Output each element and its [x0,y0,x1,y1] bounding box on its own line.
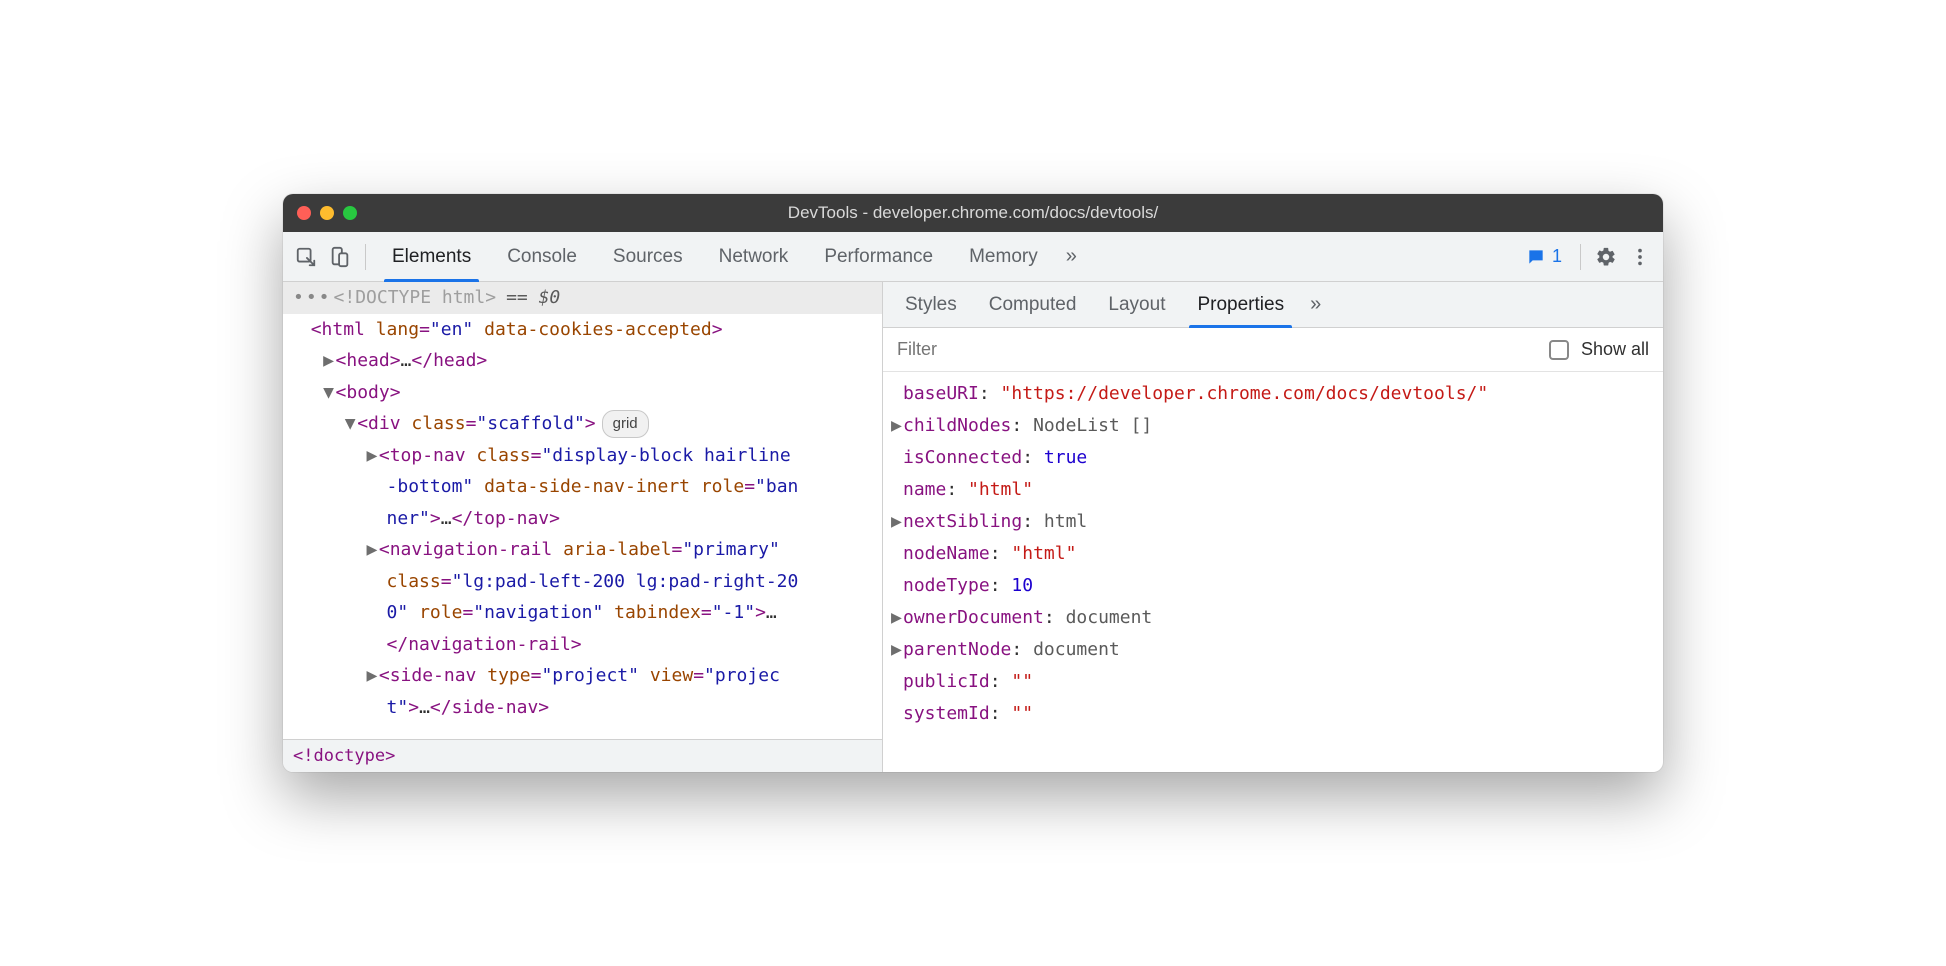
properties-list[interactable]: baseURI: "https://developer.chrome.com/d… [883,372,1663,772]
property-row[interactable]: name: "html" [887,474,1659,506]
main-tabs: Elements Console Sources Network Perform… [374,232,1087,281]
toolbar-divider [1580,244,1581,270]
expand-arrow-icon[interactable]: ▶ [891,410,903,442]
titlebar: DevTools - developer.chrome.com/docs/dev… [283,194,1663,232]
sidebar-tabs: Styles Computed Layout Properties » [883,282,1663,328]
property-row[interactable]: baseURI: "https://developer.chrome.com/d… [887,378,1659,410]
window-controls [297,206,357,220]
expand-arrow-icon[interactable]: ▶ [891,602,903,634]
expand-arrow-icon[interactable]: ▶ [891,634,903,666]
subtab-computed[interactable]: Computed [973,282,1093,327]
expand-arrow-icon[interactable]: ▶ [365,440,379,472]
filter-input[interactable] [897,339,1537,360]
tab-memory[interactable]: Memory [951,232,1056,281]
dom-node-html[interactable]: <html lang="en" data-cookies-accepted> [283,314,882,346]
inspect-element-icon[interactable] [289,240,323,274]
tab-network[interactable]: Network [701,232,807,281]
sidebar-panel: Styles Computed Layout Properties » Show… [883,282,1663,772]
content-area: •••<!DOCTYPE html>== $0 <html lang="en" … [283,282,1663,772]
dom-node-body[interactable]: ▼<body> [283,377,882,409]
show-all-checkbox[interactable] [1549,340,1569,360]
devtools-window: DevTools - developer.chrome.com/docs/dev… [283,194,1663,772]
grid-badge[interactable]: grid [602,410,649,438]
property-row[interactable]: isConnected: true [887,442,1659,474]
expand-arrow-icon[interactable]: ▶ [365,534,379,566]
expand-arrow-icon[interactable]: ▶ [891,506,903,538]
subtab-properties[interactable]: Properties [1181,282,1300,327]
dom-node-head[interactable]: ▶<head>…</head> [283,345,882,377]
main-toolbar: Elements Console Sources Network Perform… [283,232,1663,282]
more-menu-icon[interactable] [1623,240,1657,274]
tab-elements[interactable]: Elements [374,232,489,281]
dom-node-doctype[interactable]: •••<!DOCTYPE html>== $0 [283,282,882,314]
minimize-window-button[interactable] [320,206,334,220]
more-tabs-icon[interactable]: » [1056,232,1087,281]
dom-node-navigation-rail[interactable]: ▶<navigation-rail aria-label="primary" c… [283,534,882,660]
more-subtabs-icon[interactable]: » [1300,282,1331,327]
elements-panel: •••<!DOCTYPE html>== $0 <html lang="en" … [283,282,883,772]
collapse-arrow-icon[interactable]: ▼ [322,377,336,409]
dom-node-side-nav[interactable]: ▶<side-nav type="project" view="projec t… [283,660,882,723]
window-title: DevTools - developer.chrome.com/docs/dev… [283,203,1663,223]
collapse-arrow-icon[interactable]: ▼ [343,408,357,440]
property-row[interactable]: ▶nextSibling: html [887,506,1659,538]
subtab-layout[interactable]: Layout [1092,282,1181,327]
property-row[interactable]: systemId: "" [887,698,1659,730]
show-all-label: Show all [1581,339,1649,360]
property-row[interactable]: nodeName: "html" [887,538,1659,570]
issues-button[interactable]: 1 [1516,242,1572,271]
expand-arrow-icon[interactable]: ▶ [322,345,336,377]
property-row[interactable]: nodeType: 10 [887,570,1659,602]
dom-node-top-nav[interactable]: ▶<top-nav class="display-block hairline … [283,440,882,535]
zoom-window-button[interactable] [343,206,357,220]
expand-arrow-icon[interactable]: ▶ [365,660,379,692]
subtab-styles[interactable]: Styles [889,282,973,327]
property-row[interactable]: publicId: "" [887,666,1659,698]
tab-sources[interactable]: Sources [595,232,701,281]
dom-tree[interactable]: •••<!DOCTYPE html>== $0 <html lang="en" … [283,282,882,739]
tab-performance[interactable]: Performance [806,232,951,281]
property-row[interactable]: ▶ownerDocument: document [887,602,1659,634]
property-row[interactable]: ▶childNodes: NodeList [] [887,410,1659,442]
device-toolbar-icon[interactable] [323,240,357,274]
settings-icon[interactable] [1589,240,1623,274]
filter-row: Show all [883,328,1663,372]
tab-console[interactable]: Console [489,232,595,281]
breadcrumb[interactable]: <!doctype> [283,739,882,772]
property-row[interactable]: ▶parentNode: document [887,634,1659,666]
dom-node-div-scaffold[interactable]: ▼<div class="scaffold">grid [283,408,882,440]
close-window-button[interactable] [297,206,311,220]
issues-count: 1 [1552,246,1562,267]
toolbar-divider [365,244,366,270]
